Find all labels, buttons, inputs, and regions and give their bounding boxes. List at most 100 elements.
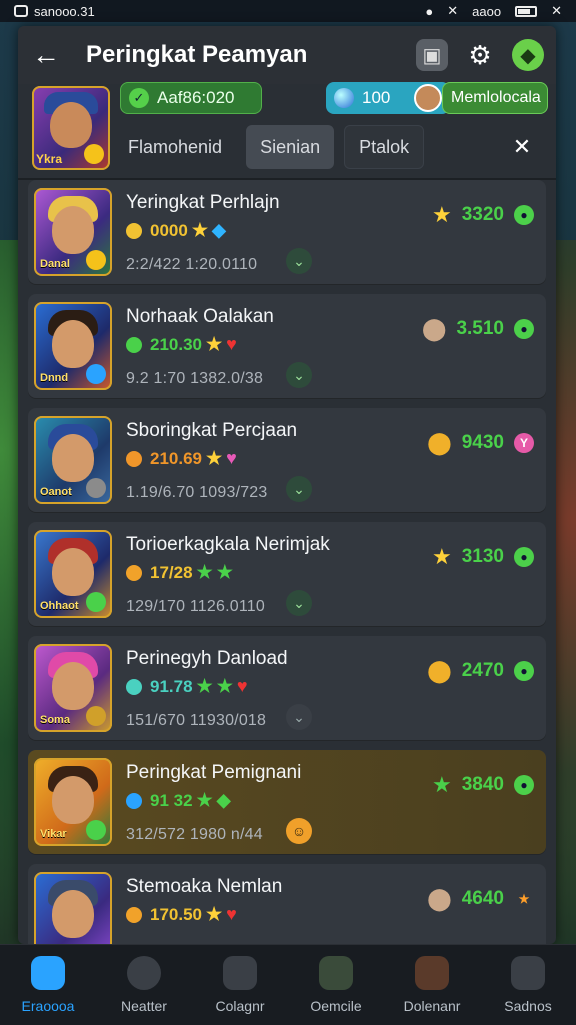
avatar-tag: Vikar bbox=[40, 828, 67, 840]
status-icon: ● bbox=[514, 547, 534, 567]
nav-sadnos[interactable]: Sadnos bbox=[480, 956, 576, 1014]
player-meta: 170.50 ★ ♥ bbox=[126, 904, 237, 925]
star-icon: ★ bbox=[431, 772, 452, 797]
player-id-pill[interactable]: ✓ Aaf86:020 bbox=[120, 82, 262, 114]
mode-pill[interactable]: Memlolocala bbox=[442, 82, 548, 114]
page-title: Peringkat Peamyan bbox=[86, 41, 308, 68]
score-area: ★ 3320 ● bbox=[432, 202, 534, 228]
notification-icon bbox=[14, 5, 28, 17]
nav-label: Oemcile bbox=[310, 998, 362, 1014]
coin-icon bbox=[84, 144, 104, 164]
nav-home[interactable]: Eraoooa bbox=[0, 956, 96, 1014]
list-item[interactable]: Dnnd Norhaak Oalakan 210.30 ★ ♥ 9.2 1:70… bbox=[28, 294, 546, 398]
list-item[interactable]: Stemoaka Nemlan 170.50 ★ ♥ ⬤ 4640 ★ bbox=[28, 864, 546, 944]
score-value: 2470 bbox=[461, 660, 504, 681]
coin-icon bbox=[126, 564, 142, 581]
score-area: ⬤ 4640 ★ bbox=[427, 886, 534, 912]
player-meta: 0000 ★ ◆ bbox=[126, 220, 226, 241]
star-icon: ★ bbox=[518, 892, 530, 906]
badge-icon bbox=[86, 592, 106, 612]
chevron-down-icon[interactable]: ⌄ bbox=[286, 704, 312, 730]
chat-icon[interactable]: ▣ bbox=[416, 39, 448, 71]
gift-icon bbox=[319, 956, 353, 990]
list-item[interactable]: Oanot Sboringkat Percjaan 210.69 ★ ♥ 1.1… bbox=[28, 408, 546, 512]
nav-neatter[interactable]: Neatter bbox=[96, 956, 192, 1014]
player-avatar: Oanot bbox=[34, 416, 112, 504]
tab-ptalok[interactable]: Ptalok bbox=[344, 125, 425, 169]
avatar-face bbox=[52, 548, 94, 596]
avatar-tag: Dnnd bbox=[40, 372, 69, 384]
badge-icon bbox=[86, 478, 106, 498]
star-icon: ★ bbox=[206, 334, 223, 354]
coins-pill[interactable]: 100 bbox=[326, 82, 450, 114]
orb-icon bbox=[334, 88, 354, 108]
list-item[interactable]: Soma Perinegyh Danload 91.78 ★ ★ ♥ 151/6… bbox=[28, 636, 546, 740]
player-avatar[interactable]: Ykra bbox=[32, 86, 110, 170]
smile-icon[interactable]: ☺ bbox=[286, 818, 312, 844]
player-stats: 129/170 1126.0110 bbox=[126, 598, 265, 615]
drop-icon: ⬤ bbox=[427, 886, 452, 911]
nav-oemcile[interactable]: Oemcile bbox=[288, 956, 384, 1014]
score-area: ⬤ 3.510 ● bbox=[422, 316, 534, 342]
tab-flamohenid[interactable]: Flamohenid bbox=[114, 125, 236, 169]
score-value: 3840 bbox=[461, 774, 504, 795]
badge-icon bbox=[86, 706, 106, 726]
player-name: Peringkat Pemignani bbox=[126, 762, 302, 783]
chevron-down-icon[interactable]: ⌄ bbox=[286, 362, 312, 388]
meta-value: 0000 bbox=[150, 220, 188, 240]
player-avatar: Dnnd bbox=[34, 302, 112, 390]
player-name: Sboringkat Percjaan bbox=[126, 420, 298, 441]
close-icon[interactable]: ✕ bbox=[500, 125, 544, 169]
avatar-face bbox=[50, 102, 92, 148]
player-meta: 210.69 ★ ♥ bbox=[126, 448, 237, 469]
meta-value: 91.78 bbox=[150, 676, 193, 696]
meta-value: 17/28 bbox=[150, 562, 193, 582]
settings-gear-icon[interactable]: ⚙ bbox=[464, 39, 496, 71]
gem-icon[interactable]: ◆ bbox=[512, 39, 544, 71]
chevron-down-icon[interactable]: ⌄ bbox=[286, 476, 312, 502]
status-time: sanooo.31 bbox=[34, 3, 95, 19]
filter-tabs: Flamohenid Sienian Ptalok ✕ bbox=[114, 124, 544, 170]
star-icon: ★ bbox=[196, 790, 213, 810]
drop-icon: ⬤ bbox=[427, 658, 452, 683]
badge-icon bbox=[86, 364, 106, 384]
tab-sienian[interactable]: Sienian bbox=[246, 125, 335, 169]
player-avatar: Vikar bbox=[34, 758, 112, 846]
nav-label: Colagnr bbox=[215, 998, 265, 1014]
player-meta: 17/28 ★ ★ bbox=[126, 562, 233, 583]
star-icon: ★ bbox=[191, 220, 208, 240]
player-avatar bbox=[34, 872, 112, 944]
mute-icon: ✕ bbox=[447, 3, 459, 18]
top-bar: ← Peringkat Peamyan ▣ ⚙ ◆ bbox=[18, 26, 556, 84]
avatar-tag: Ykra bbox=[36, 152, 63, 166]
player-avatar: Danal bbox=[34, 188, 112, 276]
back-arrow-icon[interactable]: ← bbox=[30, 39, 62, 71]
nav-dolenanr[interactable]: Dolenanr bbox=[384, 956, 480, 1014]
list-item-highlighted[interactable]: Vikar Peringkat Pemignani 91 32 ★ ◆ 312/… bbox=[28, 750, 546, 854]
nav-label: Dolenanr bbox=[403, 998, 461, 1014]
player-stats: 151/670 11930/018 bbox=[126, 712, 267, 729]
meta-value: 210.69 bbox=[150, 448, 202, 468]
nav-colagnr[interactable]: Colagnr bbox=[192, 956, 288, 1014]
chevron-down-icon[interactable]: ⌄ bbox=[286, 248, 312, 274]
list-item[interactable]: Ohhaot Torioerkagkala Nerimjak 17/28 ★ ★… bbox=[28, 522, 546, 626]
chevron-down-icon[interactable]: ⌄ bbox=[286, 590, 312, 616]
star-icon: ★ bbox=[206, 448, 223, 468]
score-value: 3320 bbox=[461, 204, 504, 225]
player-name: Torioerkagkala Nerimjak bbox=[126, 534, 330, 555]
list-item[interactable]: Danal Yeringkat Perhlajn 0000 ★ ◆ 2:2/42… bbox=[28, 180, 546, 284]
nav-label: Sadnos bbox=[504, 998, 552, 1014]
meta-value: 170.50 bbox=[150, 904, 202, 924]
status-icon: ● bbox=[514, 319, 534, 339]
score-value: 3130 bbox=[461, 546, 504, 567]
player-avatar: Ohhaot bbox=[34, 530, 112, 618]
nav-label: Neatter bbox=[121, 998, 167, 1014]
character-icon bbox=[415, 956, 449, 990]
battery-icon bbox=[515, 5, 538, 17]
heart-icon: ♥ bbox=[236, 676, 248, 696]
score-area: ★ 3130 ● bbox=[432, 544, 534, 570]
avatar-tag: Danal bbox=[40, 258, 70, 270]
status-icon: Y bbox=[514, 433, 534, 453]
player-stats: 2:2/422 1:20.0110 bbox=[126, 256, 258, 273]
gem-icon: ◆ bbox=[216, 790, 231, 810]
